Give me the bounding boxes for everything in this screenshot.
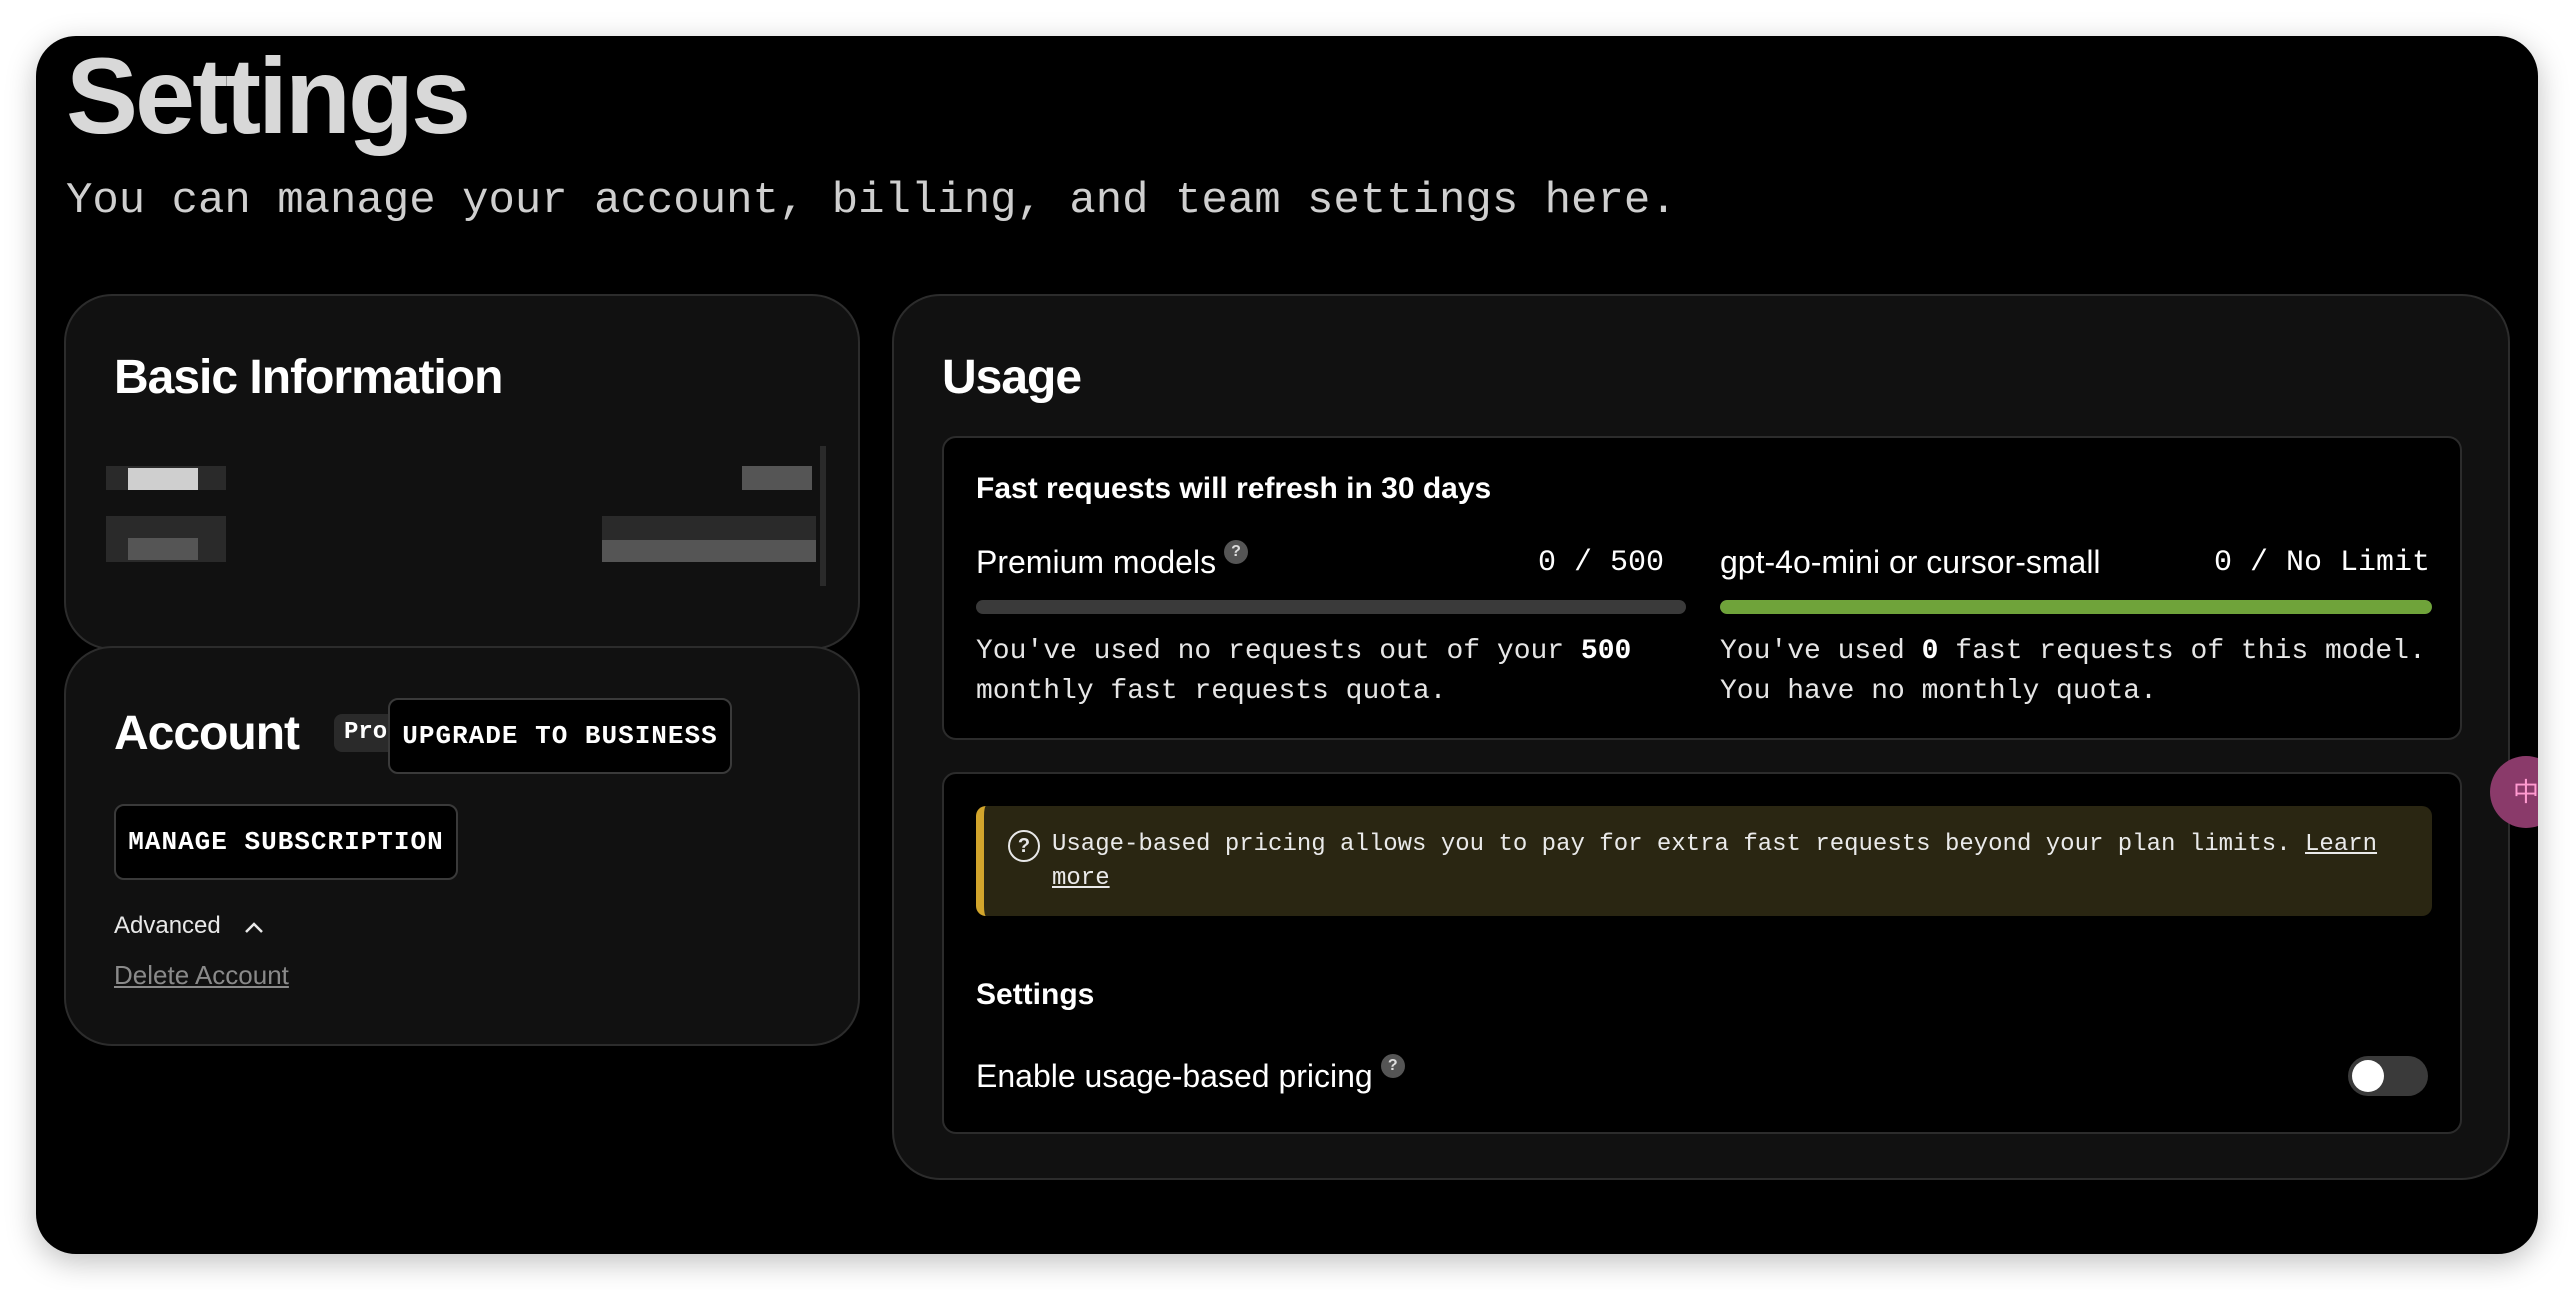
usage-pricing-panel: ? Usage-based pricing allows you to pay … [942, 772, 2462, 1134]
page-subtitle: You can manage your account, billing, an… [66, 176, 1677, 226]
page-title: Settings [66, 36, 471, 156]
help-icon[interactable]: ? [1224, 540, 1249, 564]
help-icon[interactable]: ? [1380, 1054, 1405, 1078]
usage-card: Usage Fast requests will refresh in 30 d… [892, 294, 2510, 1180]
fast-requests-panel: Fast requests will refresh in 30 days Pr… [942, 436, 2462, 740]
settings-heading: Settings [976, 978, 1095, 1011]
toggle-knob [2352, 1060, 2384, 1092]
premium-models-progress-bar [976, 600, 1686, 614]
usage-pricing-notice: ? Usage-based pricing allows you to pay … [976, 806, 2432, 916]
advanced-label: Advanced [114, 912, 221, 939]
mini-models-label: gpt-4o-mini or cursor-small [1720, 544, 2101, 580]
delete-account-link[interactable]: Delete Account [114, 960, 289, 991]
advanced-toggle[interactable]: Advanced [114, 912, 265, 940]
mini-models-count: 0 / No Limit [2213, 546, 2430, 580]
premium-models-count: 0 / 500 [1537, 546, 1664, 580]
account-title: Account [114, 707, 300, 760]
question-circle-icon: ? [1008, 830, 1040, 862]
chevron-up-icon [243, 914, 265, 940]
basic-information-title: Basic Information [114, 351, 503, 404]
premium-models-label: Premium models? [976, 540, 1249, 581]
manage-subscription-button[interactable]: MANAGE SUBSCRIPTION [114, 804, 458, 880]
premium-models-description: You've used no requests out of your 500 … [976, 636, 1632, 707]
notice-text: Usage-based pricing allows you to pay fo… [1052, 831, 2378, 892]
basic-information-card: Basic Information [64, 294, 860, 650]
settings-window: Settings You can manage your account, bi… [36, 36, 2538, 1254]
usage-title: Usage [942, 351, 1082, 404]
refresh-notice: Fast requests will refresh in 30 days [976, 472, 1492, 505]
account-card: Account Pro UPGRADE TO BUSINESS MANAGE S… [64, 646, 860, 1046]
mini-models-progress-bar [1720, 600, 2432, 614]
mini-models-progress-fill [1720, 600, 2432, 614]
mini-models-description: You've used 0 fast requests of this mode… [1720, 636, 2426, 707]
usage-based-pricing-toggle[interactable] [2348, 1056, 2428, 1096]
usage-based-pricing-label: Enable usage-based pricing? [976, 1054, 1405, 1095]
upgrade-to-business-button[interactable]: UPGRADE TO BUSINESS [388, 698, 732, 774]
